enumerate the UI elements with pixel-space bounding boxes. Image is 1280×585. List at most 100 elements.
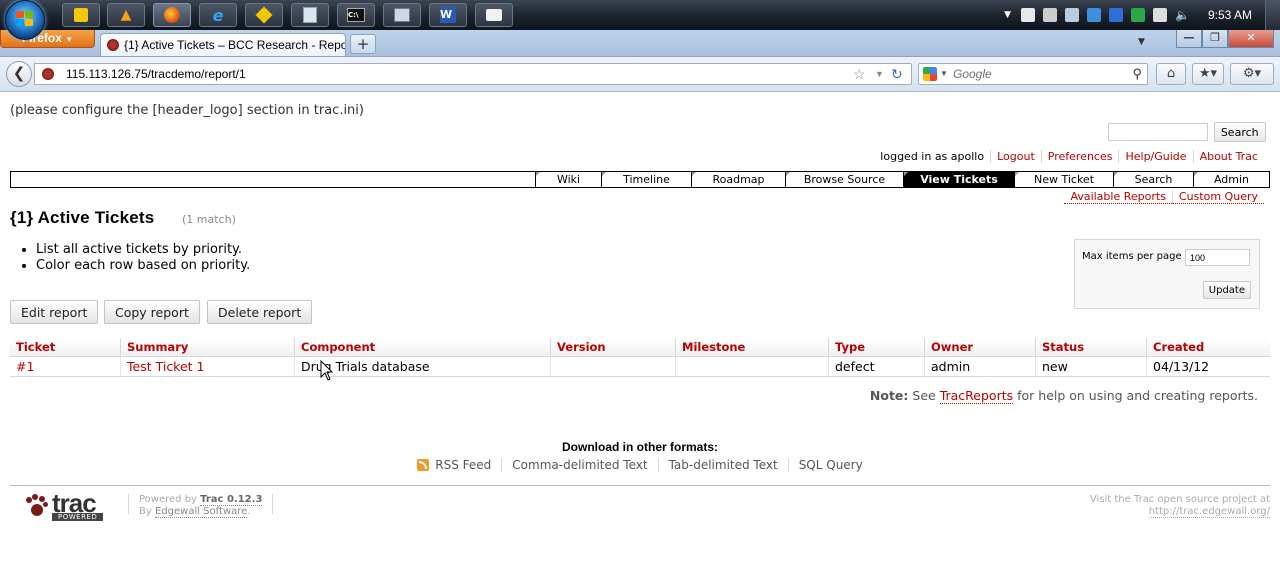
tray-app-icon[interactable] xyxy=(1131,8,1146,22)
report-table: Ticket Summary Component Version Milesto… xyxy=(10,338,1270,377)
col-ticket[interactable]: Ticket xyxy=(10,338,121,357)
nav-browse-source[interactable]: Browse Source xyxy=(785,172,903,187)
window-icon[interactable] xyxy=(383,3,421,27)
url-bar[interactable]: 115.113.126.75/tracdemo/report/1 ☆ ▼ ↻ xyxy=(34,63,912,85)
ticket-link[interactable]: #1 xyxy=(16,359,34,374)
col-owner[interactable]: Owner xyxy=(924,338,1036,357)
col-version[interactable]: Version xyxy=(550,338,676,357)
mouse-cursor-icon xyxy=(320,360,334,381)
main-nav: Wiki Timeline Roadmap Browse Source View… xyxy=(10,171,1270,188)
volume-icon[interactable]: 🔈 xyxy=(1175,8,1190,22)
header-logo-message: (please configure the [header_logo] sect… xyxy=(10,103,364,118)
page-title: {1} Active Tickets xyxy=(10,208,155,227)
nav-roadmap[interactable]: Roadmap xyxy=(691,172,785,187)
edit-report-button[interactable]: Edit report xyxy=(10,300,99,324)
browser-nav-bar: ❮ 115.113.126.75/tracdemo/report/1 ☆ ▼ ↻… xyxy=(0,57,1280,92)
url-dropdown-icon[interactable]: ▼ xyxy=(875,64,884,84)
col-milestone[interactable]: Milestone xyxy=(675,338,829,357)
trac-version-link[interactable]: Trac 0.12.3 xyxy=(200,494,263,506)
folder-icon[interactable] xyxy=(475,3,513,27)
network-icon[interactable] xyxy=(1153,8,1168,22)
report-description: List all active tickets by priority. Col… xyxy=(30,242,250,274)
google-icon[interactable] xyxy=(923,67,937,81)
nav-view-tickets[interactable]: View Tickets xyxy=(903,172,1014,187)
tray-app-icon[interactable] xyxy=(1065,8,1080,22)
note-post: for help on using and creating reports. xyxy=(1017,388,1258,403)
tsv-link[interactable]: Tab-delimited Text xyxy=(657,458,788,472)
ie-icon[interactable]: e xyxy=(199,3,237,27)
search-engine-dropdown-icon[interactable]: ▼ xyxy=(940,64,948,84)
nav-admin[interactable]: Admin xyxy=(1193,172,1269,187)
browser-tab-active[interactable]: {1} Active Tickets – BCC Research - Repo… xyxy=(100,33,346,56)
note-pre: See xyxy=(912,388,936,403)
new-tab-button[interactable]: + xyxy=(350,34,376,54)
col-component[interactable]: Component xyxy=(294,338,551,357)
back-arrow-icon[interactable]: ❮ xyxy=(6,61,32,87)
sql-query-link[interactable]: SQL Query xyxy=(787,458,873,472)
bookmarks-icon[interactable]: ★▾ xyxy=(1192,63,1224,85)
trac-site-link[interactable]: http://trac.edgewall.org/ xyxy=(1148,506,1270,518)
addon-icon[interactable]: ⚙▾ xyxy=(1230,63,1274,85)
tray-app-icon[interactable] xyxy=(1021,8,1036,22)
flame-icon[interactable]: ▲ xyxy=(107,3,145,27)
nav-new-ticket[interactable]: New Ticket xyxy=(1014,172,1113,187)
delete-report-button[interactable]: Delete report xyxy=(207,300,313,324)
trac-search-input[interactable] xyxy=(1108,123,1208,141)
max-items-input[interactable] xyxy=(1185,249,1250,266)
trac-search-button[interactable]: Search xyxy=(1213,122,1266,142)
update-button[interactable]: Update xyxy=(1202,281,1251,299)
start-button[interactable] xyxy=(5,0,45,40)
preferences-link[interactable]: Preferences xyxy=(1040,150,1119,163)
home-icon[interactable]: ⌂ xyxy=(1156,63,1186,85)
show-desktop-button[interactable] xyxy=(1265,0,1280,30)
web-search-box[interactable]: ▼ Google ⚲ xyxy=(918,63,1148,85)
powered-by: Powered by Trac 0.12.3 By Edgewall Softw… xyxy=(128,494,274,518)
nav-wiki[interactable]: Wiki xyxy=(535,172,601,187)
col-type[interactable]: Type xyxy=(828,338,925,357)
rss-feed-link[interactable]: RSS Feed xyxy=(407,458,501,472)
tracreports-link[interactable]: TracReports xyxy=(939,388,1014,404)
report-prefs-form: Max items per page Update xyxy=(1074,239,1260,309)
about-trac-link[interactable]: About Trac xyxy=(1192,150,1264,163)
custom-query-link[interactable]: Custom Query xyxy=(1171,190,1264,204)
nav-search[interactable]: Search xyxy=(1113,172,1193,187)
col-status[interactable]: Status xyxy=(1035,338,1147,357)
tab-list-icon[interactable]: ▼ xyxy=(1138,37,1145,47)
match-count: (1 match) xyxy=(182,213,236,226)
table-header-row: Ticket Summary Component Version Milesto… xyxy=(10,338,1270,357)
word-icon[interactable]: W xyxy=(429,3,467,27)
col-created[interactable]: Created xyxy=(1146,338,1270,357)
col-summary[interactable]: Summary xyxy=(120,338,295,357)
tray-app-icon[interactable] xyxy=(1109,8,1124,22)
maximize-button[interactable]: ❐ xyxy=(1202,30,1228,48)
csv-link[interactable]: Comma-delimited Text xyxy=(501,458,657,472)
tray-expand-icon[interactable]: ▼ xyxy=(1004,10,1011,20)
app-icon[interactable] xyxy=(245,3,283,27)
trac-powered-logo[interactable]: trac POWERED xyxy=(22,488,122,521)
search-icon[interactable]: ⚲ xyxy=(1132,64,1142,84)
logout-link[interactable]: Logout xyxy=(990,150,1041,163)
clock[interactable]: 9:53 AM xyxy=(1208,8,1252,22)
cmd-icon[interactable]: C:\ xyxy=(337,3,375,27)
tray-app-icon[interactable] xyxy=(1043,8,1058,22)
close-window-button[interactable]: ✕ xyxy=(1228,30,1274,48)
dropbox-icon[interactable] xyxy=(1087,8,1102,22)
outlook-icon[interactable] xyxy=(62,3,100,27)
docs-icon[interactable] xyxy=(291,3,329,27)
copy-report-button[interactable]: Copy report xyxy=(104,300,200,324)
firefox-icon[interactable] xyxy=(153,3,191,27)
help-guide-link[interactable]: Help/Guide xyxy=(1118,150,1193,163)
minimize-button[interactable]: — xyxy=(1176,30,1202,48)
nav-timeline[interactable]: Timeline xyxy=(601,172,691,187)
search-placeholder: Google xyxy=(953,67,992,81)
site-identity-icon[interactable] xyxy=(42,68,54,80)
bookmark-star-icon[interactable]: ☆ xyxy=(853,64,866,84)
trac-page: (please configure the [header_logo] sect… xyxy=(0,92,1280,585)
site-info: Visit the Trac open source project at ht… xyxy=(1089,494,1270,518)
cell-version xyxy=(550,356,676,377)
reload-icon[interactable]: ↻ xyxy=(891,64,903,84)
available-reports-link[interactable]: Available Reports xyxy=(1064,190,1172,204)
edgewall-link[interactable]: Edgewall Software xyxy=(154,506,248,518)
summary-link[interactable]: Test Ticket 1 xyxy=(127,359,205,374)
logged-in-text: logged in as apollo xyxy=(880,150,985,163)
